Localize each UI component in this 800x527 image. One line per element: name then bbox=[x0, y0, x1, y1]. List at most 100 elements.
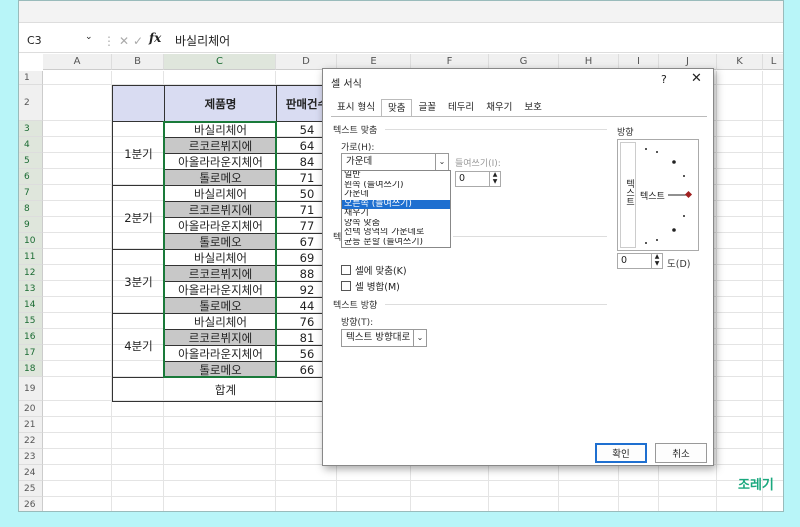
tab-number[interactable]: 표시 형식 bbox=[331, 99, 381, 117]
section-divider bbox=[385, 304, 607, 305]
degrees-spinner[interactable]: 0 ▲ ▼ bbox=[617, 253, 663, 269]
column-header[interactable]: A bbox=[43, 54, 112, 70]
row-header[interactable]: 19 bbox=[19, 377, 43, 401]
orientation-label: 방향 bbox=[617, 128, 634, 138]
product-cell[interactable]: 르코르뷔지에 bbox=[164, 137, 277, 154]
row-header[interactable]: 5 bbox=[19, 153, 43, 169]
product-cell[interactable]: 바실리체어 bbox=[164, 313, 277, 330]
row-header[interactable]: 12 bbox=[19, 265, 43, 281]
product-cell[interactable]: 톨로메오 bbox=[164, 361, 277, 378]
shrink-to-fit-label: 셀에 맞춤(K) bbox=[355, 266, 407, 277]
row-gridline bbox=[43, 480, 783, 481]
spin-arrows-icon[interactable]: ▲ ▼ bbox=[651, 253, 662, 268]
row-header[interactable]: 9 bbox=[19, 217, 43, 233]
row-header[interactable]: 6 bbox=[19, 169, 43, 185]
product-cell[interactable]: 아올라라운지체어 bbox=[164, 153, 277, 170]
dialog-title: 셀 서식 bbox=[331, 79, 362, 90]
orientation-box[interactable]: 텍스트 텍스트 bbox=[617, 139, 699, 251]
formula-cancel-confirm-icons[interactable]: ⋮✕✓ bbox=[103, 32, 147, 50]
row-header[interactable]: 22 bbox=[19, 433, 43, 449]
section-divider bbox=[453, 236, 607, 237]
format-cells-dialog: 셀 서식 ? ✕ 표시 형식 맞춤 글꼴 테두리 채우기 보호 텍스트 맞춤 가… bbox=[322, 68, 714, 466]
row-header[interactable]: 2 bbox=[19, 85, 43, 121]
total-label-cell[interactable]: 합계 bbox=[112, 377, 338, 402]
merge-cells-checkbox[interactable]: 셀 병합(M) bbox=[341, 279, 400, 293]
table-header-blank[interactable] bbox=[112, 85, 165, 122]
indent-spinner[interactable]: 0 ▲ ▼ bbox=[455, 171, 501, 187]
checkbox-box[interactable] bbox=[341, 265, 351, 275]
row-header[interactable]: 23 bbox=[19, 449, 43, 465]
product-cell[interactable]: 바실리체어 bbox=[164, 121, 277, 138]
quarter-cell[interactable]: 1분기 bbox=[112, 121, 165, 186]
dropdown-option[interactable]: 왼쪽 (들여쓰기) bbox=[342, 181, 450, 191]
row-header[interactable]: 15 bbox=[19, 313, 43, 329]
row-header[interactable]: 10 bbox=[19, 233, 43, 249]
help-button[interactable]: ? bbox=[661, 73, 667, 86]
product-cell[interactable]: 아올라라운지체어 bbox=[164, 281, 277, 298]
horizontal-select[interactable]: 가운데 ⌄ bbox=[341, 153, 449, 171]
column-header[interactable]: B bbox=[112, 54, 164, 70]
row-header[interactable]: 4 bbox=[19, 137, 43, 153]
dropdown-option[interactable]: 선택 영역의 가운데로 bbox=[342, 228, 450, 238]
product-cell[interactable]: 바실리체어 bbox=[164, 185, 277, 202]
cancel-button[interactable]: 취소 bbox=[655, 443, 707, 463]
dropdown-option[interactable]: 균등 분할 (들여쓰기) bbox=[342, 238, 450, 248]
chevron-down-icon[interactable]: ⌄ bbox=[435, 154, 448, 170]
row-header[interactable]: 13 bbox=[19, 281, 43, 297]
close-button[interactable]: ✕ bbox=[691, 71, 702, 86]
row-header[interactable]: 24 bbox=[19, 465, 43, 481]
shrink-to-fit-checkbox[interactable]: 셀에 맞춤(K) bbox=[341, 263, 407, 277]
tab-border[interactable]: 테두리 bbox=[442, 99, 480, 117]
row-header[interactable]: 8 bbox=[19, 201, 43, 217]
row-header[interactable]: 21 bbox=[19, 417, 43, 433]
quarter-cell[interactable]: 2분기 bbox=[112, 185, 165, 250]
product-cell[interactable]: 바실리체어 bbox=[164, 249, 277, 266]
product-cell[interactable]: 르코르뷔지에 bbox=[164, 265, 277, 282]
product-cell[interactable]: 톨로메오 bbox=[164, 233, 277, 250]
row-header[interactable]: 7 bbox=[19, 185, 43, 201]
dropdown-option[interactable]: 가운데 bbox=[342, 190, 450, 200]
spin-arrows-icon[interactable]: ▲ ▼ bbox=[489, 171, 500, 186]
direction-select[interactable]: 텍스트 방향대로 ⌄ bbox=[341, 329, 427, 347]
checkbox-box[interactable] bbox=[341, 281, 351, 291]
row-header[interactable]: 1 bbox=[19, 71, 43, 85]
ok-button[interactable]: 확인 bbox=[595, 443, 647, 463]
tab-font[interactable]: 글꼴 bbox=[412, 99, 441, 117]
row-header[interactable]: 18 bbox=[19, 361, 43, 377]
degrees-value: 0 bbox=[621, 255, 628, 266]
chevron-down-icon[interactable]: ⌄ bbox=[85, 32, 93, 42]
row-header[interactable]: 20 bbox=[19, 401, 43, 417]
formula-content[interactable]: 바실리체어 bbox=[175, 32, 230, 50]
tab-fill[interactable]: 채우기 bbox=[480, 99, 518, 117]
product-cell[interactable]: 아올라라운지체어 bbox=[164, 217, 277, 234]
row-header[interactable]: 16 bbox=[19, 329, 43, 345]
product-cell[interactable]: 톨로메오 bbox=[164, 169, 277, 186]
insert-function-icon[interactable]: fx bbox=[149, 31, 161, 45]
quarter-cell[interactable]: 3분기 bbox=[112, 249, 165, 314]
dropdown-option[interactable]: 일반 bbox=[342, 171, 450, 181]
dropdown-option[interactable]: 양쪽 맞춤 bbox=[342, 219, 450, 229]
column-header[interactable]: K bbox=[717, 54, 763, 70]
direction-label: 방향(T): bbox=[341, 318, 374, 328]
tab-protection[interactable]: 보호 bbox=[518, 99, 547, 117]
product-cell[interactable]: 아올라라운지체어 bbox=[164, 345, 277, 362]
row-header[interactable]: 17 bbox=[19, 345, 43, 361]
row-header[interactable]: 11 bbox=[19, 249, 43, 265]
table-header-product[interactable]: 제품명 bbox=[164, 85, 277, 122]
column-header[interactable]: C bbox=[164, 54, 276, 70]
tab-alignment[interactable]: 맞춤 bbox=[380, 99, 413, 117]
row-header[interactable]: 26 bbox=[19, 497, 43, 511]
horizontal-dropdown-list[interactable]: 일반 왼쪽 (들여쓰기) 가운데 오른쪽 (들여쓰기) 채우기 양쪽 맞춤 선택 영역의 가… bbox=[341, 170, 451, 248]
row-header[interactable]: 3 bbox=[19, 121, 43, 137]
row-header[interactable]: 25 bbox=[19, 481, 43, 497]
product-cell[interactable]: 르코르뷔지에 bbox=[164, 201, 277, 218]
product-cell[interactable]: 톨로메오 bbox=[164, 297, 277, 314]
dialog-tabs: 표시 형식 맞춤 글꼴 테두리 채우기 보호 bbox=[331, 99, 548, 117]
dropdown-option[interactable]: 오른쪽 (들여쓰기) bbox=[342, 199, 450, 209]
dropdown-option[interactable]: 채우기 bbox=[342, 209, 450, 219]
column-header[interactable]: L bbox=[763, 54, 783, 70]
product-cell[interactable]: 르코르뷔지에 bbox=[164, 329, 277, 346]
chevron-down-icon[interactable]: ⌄ bbox=[413, 330, 426, 346]
quarter-cell[interactable]: 4분기 bbox=[112, 313, 165, 378]
row-header[interactable]: 14 bbox=[19, 297, 43, 313]
